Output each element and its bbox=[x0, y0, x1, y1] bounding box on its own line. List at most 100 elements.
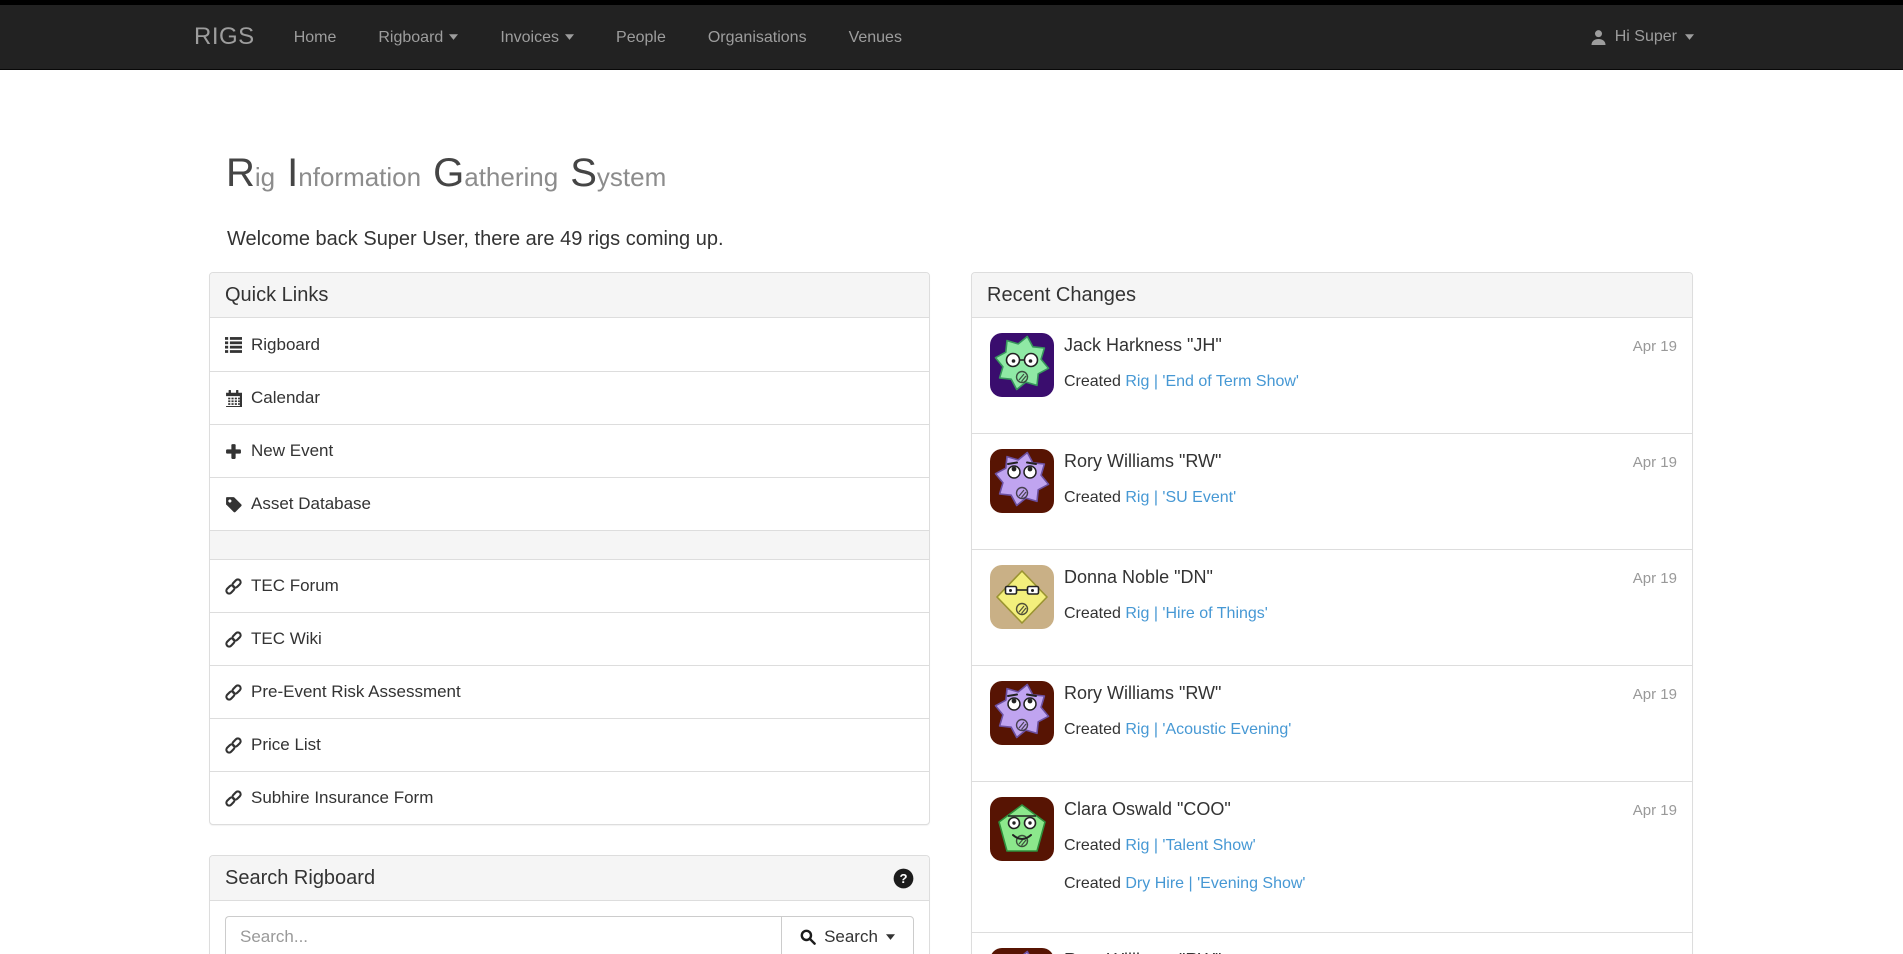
action-verb: Created bbox=[1064, 837, 1125, 854]
quick-link-new-event[interactable]: New Event bbox=[210, 424, 929, 477]
question-circle-icon[interactable] bbox=[893, 868, 914, 889]
person-name: Donna Noble "DN" bbox=[1064, 564, 1633, 590]
avatar bbox=[990, 565, 1054, 629]
change-date: Apr 19 bbox=[1633, 454, 1677, 471]
search-body: Search bbox=[210, 901, 929, 954]
brand-rigs[interactable]: RIGS bbox=[194, 23, 255, 51]
calendar-icon bbox=[225, 390, 242, 407]
search-icon bbox=[800, 929, 816, 945]
navbar: RIGS Home Rigboard Invoices People Organ… bbox=[0, 5, 1903, 70]
user-icon bbox=[1590, 29, 1607, 46]
change-action: Created Rig | 'Talent Show' bbox=[1064, 834, 1677, 858]
quick-link-label: Asset Database bbox=[251, 494, 371, 514]
quick-links-list: Rigboard Calendar New Event Asset Databa… bbox=[210, 318, 929, 824]
recent-change-item: Rory Williams "RW" Apr 19 Created Rig | … bbox=[972, 433, 1692, 549]
quick-links-panel: Quick Links Rigboard Calendar New Event … bbox=[209, 272, 930, 825]
caret-down-icon bbox=[449, 34, 458, 40]
quick-link-rigboard[interactable]: Rigboard bbox=[210, 318, 929, 371]
title-word: System bbox=[570, 162, 666, 192]
quick-link-label: TEC Forum bbox=[251, 576, 339, 596]
quick-link-price-list[interactable]: Price List bbox=[210, 718, 929, 771]
action-target-link[interactable]: Rig | 'Hire of Things' bbox=[1125, 605, 1267, 622]
action-verb: Created bbox=[1064, 605, 1125, 622]
quick-link-tec-forum[interactable]: TEC Forum bbox=[210, 559, 929, 612]
avatar bbox=[990, 948, 1054, 954]
action-verb: Created bbox=[1064, 373, 1125, 390]
quick-link-label: New Event bbox=[251, 441, 333, 461]
link-icon bbox=[225, 790, 242, 807]
list-separator bbox=[210, 530, 929, 559]
change-action: Created Rig | 'Hire of Things' bbox=[1064, 602, 1677, 626]
action-target-link[interactable]: Rig | 'End of Term Show' bbox=[1125, 373, 1299, 390]
search-rigboard-title: Search Rigboard bbox=[225, 866, 375, 890]
title-word: Information bbox=[287, 162, 421, 192]
navbar-item-rigboard[interactable]: Rigboard bbox=[378, 5, 458, 70]
quick-link-tec-wiki[interactable]: TEC Wiki bbox=[210, 612, 929, 665]
link-icon bbox=[225, 684, 242, 701]
quick-link-label: Pre-Event Risk Assessment bbox=[251, 682, 461, 702]
person-name: Jack Harkness "JH" bbox=[1064, 332, 1633, 358]
action-target-link[interactable]: Dry Hire | 'Evening Show' bbox=[1125, 875, 1305, 892]
avatar bbox=[990, 797, 1054, 861]
change-action: Created Rig | 'SU Event' bbox=[1064, 486, 1677, 510]
user-menu[interactable]: Hi Super bbox=[1590, 5, 1694, 70]
navbar-item-label: People bbox=[616, 5, 666, 70]
link-icon bbox=[225, 631, 242, 648]
avatar bbox=[990, 333, 1054, 397]
quick-link-calendar[interactable]: Calendar bbox=[210, 371, 929, 424]
action-verb: Created bbox=[1064, 489, 1125, 506]
search-button[interactable]: Search bbox=[781, 916, 914, 954]
recent-changes-heading: Recent Changes bbox=[972, 273, 1692, 318]
navbar-item-organisations[interactable]: Organisations bbox=[708, 5, 807, 70]
recent-change-item: Clara Oswald "COO" Apr 19 Created Rig | … bbox=[972, 781, 1692, 932]
person-name: Rory Williams "RW" bbox=[1064, 448, 1633, 474]
change-action: Created Dry Hire | 'Evening Show' bbox=[1064, 872, 1677, 896]
quick-link-label: Price List bbox=[251, 735, 321, 755]
welcome-message: Welcome back Super User, there are 49 ri… bbox=[227, 228, 724, 251]
action-target-link[interactable]: Rig | 'Acoustic Evening' bbox=[1125, 721, 1291, 738]
quick-links-heading: Quick Links bbox=[210, 273, 929, 318]
tag-icon bbox=[225, 496, 242, 513]
recent-change-item: Jack Harkness "JH" Apr 19 Created Rig | … bbox=[972, 318, 1692, 433]
title-word: Rig bbox=[226, 162, 275, 192]
navbar-item-venues[interactable]: Venues bbox=[849, 5, 902, 70]
navbar-item-home[interactable]: Home bbox=[294, 5, 337, 70]
recent-change-item: Donna Noble "DN" Apr 19 Created Rig | 'H… bbox=[972, 549, 1692, 665]
title-word: Gathering bbox=[433, 162, 558, 192]
action-target-link[interactable]: Rig | 'Talent Show' bbox=[1125, 837, 1255, 854]
quick-link-label: Calendar bbox=[251, 388, 320, 408]
action-verb: Created bbox=[1064, 875, 1125, 892]
navbar-item-label: Venues bbox=[849, 5, 902, 70]
navbar-item-invoices[interactable]: Invoices bbox=[500, 5, 574, 70]
recent-change-item: Rory Williams "RW" Apr 19 Created Rig | … bbox=[972, 665, 1692, 781]
navbar-item-label: Rigboard bbox=[378, 5, 443, 70]
caret-down-icon bbox=[886, 934, 895, 940]
navbar-item-label: Invoices bbox=[500, 5, 559, 70]
search-rigboard-heading: Search Rigboard bbox=[210, 856, 929, 901]
quick-link-label: TEC Wiki bbox=[251, 629, 322, 649]
search-button-label: Search bbox=[824, 927, 878, 947]
navbar-inner: RIGS Home Rigboard Invoices People Organ… bbox=[194, 5, 1726, 69]
quick-link-label: Rigboard bbox=[251, 335, 320, 355]
avatar bbox=[990, 449, 1054, 513]
quick-link-pre-event-risk-assessment[interactable]: Pre-Event Risk Assessment bbox=[210, 665, 929, 718]
navbar-item-label: Home bbox=[294, 5, 337, 70]
page-title: Rig Information Gathering System bbox=[226, 150, 678, 200]
link-icon bbox=[225, 737, 242, 754]
change-date: Apr 19 bbox=[1633, 686, 1677, 703]
quick-link-asset-database[interactable]: Asset Database bbox=[210, 477, 929, 530]
recent-change-item: Rory Williams "RW" Apr 19 bbox=[972, 932, 1692, 954]
quick-link-subhire-insurance-form[interactable]: Subhire Insurance Form bbox=[210, 771, 929, 824]
plus-icon bbox=[225, 443, 242, 460]
action-target-link[interactable]: Rig | 'SU Event' bbox=[1125, 489, 1236, 506]
person-name: Rory Williams "RW" bbox=[1064, 680, 1633, 706]
avatar bbox=[990, 681, 1054, 745]
quick-link-label: Subhire Insurance Form bbox=[251, 788, 433, 808]
change-date: Apr 19 bbox=[1633, 338, 1677, 355]
navbar-item-people[interactable]: People bbox=[616, 5, 666, 70]
link-icon bbox=[225, 578, 242, 595]
search-input[interactable] bbox=[225, 916, 781, 954]
navbar-item-label: Organisations bbox=[708, 5, 807, 70]
caret-down-icon bbox=[565, 34, 574, 40]
person-name: Rory Williams "RW" bbox=[1064, 947, 1633, 954]
